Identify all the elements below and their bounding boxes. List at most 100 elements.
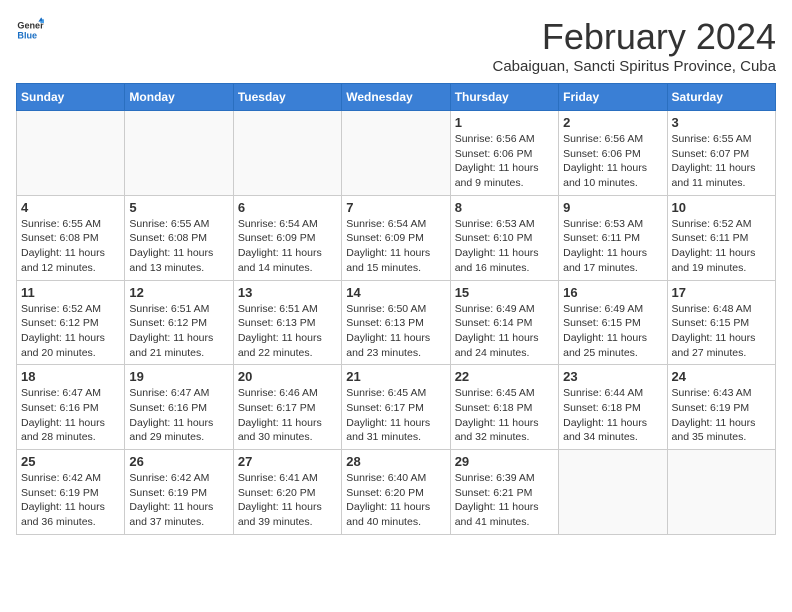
logo-icon: General Blue <box>16 16 44 44</box>
calendar-cell: 9 Sunrise: 6:53 AM Sunset: 6:11 PM Daylig… <box>559 195 667 280</box>
calendar-cell: 2Sunrise: 6:56 AM Sunset: 6:06 PM Daylig… <box>559 111 667 196</box>
day-number: 8 <box>455 200 554 215</box>
weekday-header-monday: Monday <box>125 84 233 111</box>
weekday-header-friday: Friday <box>559 84 667 111</box>
day-number: 7 <box>346 200 445 215</box>
day-info: Sunrise: 6:55 AM Sunset: 6:07 PM Dayligh… <box>672 132 771 191</box>
day-number: 2 <box>563 115 662 130</box>
day-info: Sunrise: 6:43 AM Sunset: 6:19 PM Dayligh… <box>672 386 771 445</box>
day-info: Sunrise: 6:47 AM Sunset: 6:16 PM Dayligh… <box>129 386 228 445</box>
calendar-cell: 1 Sunrise: 6:56 AM Sunset: 6:06 PM Daylig… <box>450 111 558 196</box>
calendar-cell: 11 Sunrise: 6:52 AM Sunset: 6:12 PM Dayli… <box>17 280 125 365</box>
day-number: 11 <box>21 285 120 300</box>
day-info: Sunrise: 6:44 AM Sunset: 6:18 PM Dayligh… <box>563 386 662 445</box>
day-info: Sunrise: 6:49 AM Sunset: 6:15 PM Dayligh… <box>563 302 662 361</box>
day-number: 3 <box>672 115 771 130</box>
day-info: Sunrise: 6:45 AM Sunset: 6:17 PM Dayligh… <box>346 386 445 445</box>
day-number: 22 <box>455 369 554 384</box>
day-info: Sunrise: 6:50 AM Sunset: 6:13 PM Dayligh… <box>346 302 445 361</box>
calendar-cell: 14 Sunrise: 6:50 AM Sunset: 6:13 PM Dayli… <box>342 280 450 365</box>
calendar-cell <box>342 111 450 196</box>
calendar-cell: 13 Sunrise: 6:51 AM Sunset: 6:13 PM Dayli… <box>233 280 341 365</box>
day-number: 4 <box>21 200 120 215</box>
weekday-header-thursday: Thursday <box>450 84 558 111</box>
day-number: 23 <box>563 369 662 384</box>
calendar-cell: 23 Sunrise: 6:44 AM Sunset: 6:18 PM Dayli… <box>559 365 667 450</box>
week-row-3: 11 Sunrise: 6:52 AM Sunset: 6:12 PM Dayli… <box>17 280 776 365</box>
day-number: 24 <box>672 369 771 384</box>
header: General Blue February 2024 Cabaiguan, Sa… <box>16 16 776 75</box>
calendar-cell: 12 Sunrise: 6:51 AM Sunset: 6:12 PM Dayli… <box>125 280 233 365</box>
calendar-cell: 29 Sunrise: 6:39 AM Sunset: 6:21 PM Dayli… <box>450 450 558 535</box>
day-number: 20 <box>238 369 337 384</box>
month-title: February 2024 <box>493 16 777 58</box>
day-number: 10 <box>672 200 771 215</box>
calendar-cell: 24 Sunrise: 6:43 AM Sunset: 6:19 PM Dayli… <box>667 365 775 450</box>
calendar-cell: 15 Sunrise: 6:49 AM Sunset: 6:14 PM Dayli… <box>450 280 558 365</box>
calendar-cell: 17 Sunrise: 6:48 AM Sunset: 6:15 PM Dayli… <box>667 280 775 365</box>
calendar-cell: 10 Sunrise: 6:52 AM Sunset: 6:11 PM Dayli… <box>667 195 775 280</box>
calendar-cell: 4 Sunrise: 6:55 AM Sunset: 6:08 PM Daylig… <box>17 195 125 280</box>
calendar-cell: 7 Sunrise: 6:54 AM Sunset: 6:09 PM Daylig… <box>342 195 450 280</box>
day-number: 16 <box>563 285 662 300</box>
week-row-5: 25Sunrise: 6:42 AM Sunset: 6:19 PM Dayli… <box>17 450 776 535</box>
day-info: Sunrise: 6:39 AM Sunset: 6:21 PM Dayligh… <box>455 471 554 530</box>
day-number: 12 <box>129 285 228 300</box>
calendar-cell: 21Sunrise: 6:45 AM Sunset: 6:17 PM Dayli… <box>342 365 450 450</box>
calendar-cell: 20 Sunrise: 6:46 AM Sunset: 6:17 PM Dayli… <box>233 365 341 450</box>
calendar-cell: 18Sunrise: 6:47 AM Sunset: 6:16 PM Dayli… <box>17 365 125 450</box>
day-number: 13 <box>238 285 337 300</box>
day-info: Sunrise: 6:51 AM Sunset: 6:13 PM Dayligh… <box>238 302 337 361</box>
calendar-cell <box>559 450 667 535</box>
day-info: Sunrise: 6:52 AM Sunset: 6:11 PM Dayligh… <box>672 217 771 276</box>
svg-text:General: General <box>17 21 44 31</box>
calendar-cell: 25Sunrise: 6:42 AM Sunset: 6:19 PM Dayli… <box>17 450 125 535</box>
day-info: Sunrise: 6:40 AM Sunset: 6:20 PM Dayligh… <box>346 471 445 530</box>
calendar-cell <box>17 111 125 196</box>
weekday-header-tuesday: Tuesday <box>233 84 341 111</box>
day-number: 29 <box>455 454 554 469</box>
day-info: Sunrise: 6:56 AM Sunset: 6:06 PM Dayligh… <box>455 132 554 191</box>
calendar-cell <box>233 111 341 196</box>
calendar-cell: 5Sunrise: 6:55 AM Sunset: 6:08 PM Daylig… <box>125 195 233 280</box>
calendar-cell: 27Sunrise: 6:41 AM Sunset: 6:20 PM Dayli… <box>233 450 341 535</box>
calendar-cell <box>667 450 775 535</box>
day-number: 5 <box>129 200 228 215</box>
day-info: Sunrise: 6:53 AM Sunset: 6:11 PM Dayligh… <box>563 217 662 276</box>
day-number: 1 <box>455 115 554 130</box>
svg-text:Blue: Blue <box>17 30 37 40</box>
day-info: Sunrise: 6:49 AM Sunset: 6:14 PM Dayligh… <box>455 302 554 361</box>
day-number: 6 <box>238 200 337 215</box>
day-info: Sunrise: 6:51 AM Sunset: 6:12 PM Dayligh… <box>129 302 228 361</box>
calendar-cell <box>125 111 233 196</box>
calendar-cell: 3 Sunrise: 6:55 AM Sunset: 6:07 PM Daylig… <box>667 111 775 196</box>
week-row-1: 1 Sunrise: 6:56 AM Sunset: 6:06 PM Daylig… <box>17 111 776 196</box>
day-number: 17 <box>672 285 771 300</box>
calendar-cell: 28 Sunrise: 6:40 AM Sunset: 6:20 PM Dayli… <box>342 450 450 535</box>
day-number: 15 <box>455 285 554 300</box>
day-info: Sunrise: 6:55 AM Sunset: 6:08 PM Dayligh… <box>21 217 120 276</box>
day-number: 14 <box>346 285 445 300</box>
weekday-header-sunday: Sunday <box>17 84 125 111</box>
calendar-cell: 26Sunrise: 6:42 AM Sunset: 6:19 PM Dayli… <box>125 450 233 535</box>
day-info: Sunrise: 6:54 AM Sunset: 6:09 PM Dayligh… <box>346 217 445 276</box>
day-number: 19 <box>129 369 228 384</box>
calendar-cell: 16 Sunrise: 6:49 AM Sunset: 6:15 PM Dayli… <box>559 280 667 365</box>
logo: General Blue <box>16 16 44 44</box>
day-info: Sunrise: 6:48 AM Sunset: 6:15 PM Dayligh… <box>672 302 771 361</box>
calendar-cell: 19 Sunrise: 6:47 AM Sunset: 6:16 PM Dayli… <box>125 365 233 450</box>
week-row-2: 4 Sunrise: 6:55 AM Sunset: 6:08 PM Daylig… <box>17 195 776 280</box>
weekday-header-row: SundayMondayTuesdayWednesdayThursdayFrid… <box>17 84 776 111</box>
day-info: Sunrise: 6:46 AM Sunset: 6:17 PM Dayligh… <box>238 386 337 445</box>
calendar-table: SundayMondayTuesdayWednesdayThursdayFrid… <box>16 83 776 535</box>
day-info: Sunrise: 6:52 AM Sunset: 6:12 PM Dayligh… <box>21 302 120 361</box>
week-row-4: 18Sunrise: 6:47 AM Sunset: 6:16 PM Dayli… <box>17 365 776 450</box>
day-info: Sunrise: 6:45 AM Sunset: 6:18 PM Dayligh… <box>455 386 554 445</box>
calendar-cell: 6 Sunrise: 6:54 AM Sunset: 6:09 PM Daylig… <box>233 195 341 280</box>
day-number: 9 <box>563 200 662 215</box>
calendar-cell: 22 Sunrise: 6:45 AM Sunset: 6:18 PM Dayli… <box>450 365 558 450</box>
day-info: Sunrise: 6:54 AM Sunset: 6:09 PM Dayligh… <box>238 217 337 276</box>
day-number: 28 <box>346 454 445 469</box>
location-subtitle: Cabaiguan, Sancti Spiritus Province, Cub… <box>493 58 777 75</box>
day-number: 25 <box>21 454 120 469</box>
